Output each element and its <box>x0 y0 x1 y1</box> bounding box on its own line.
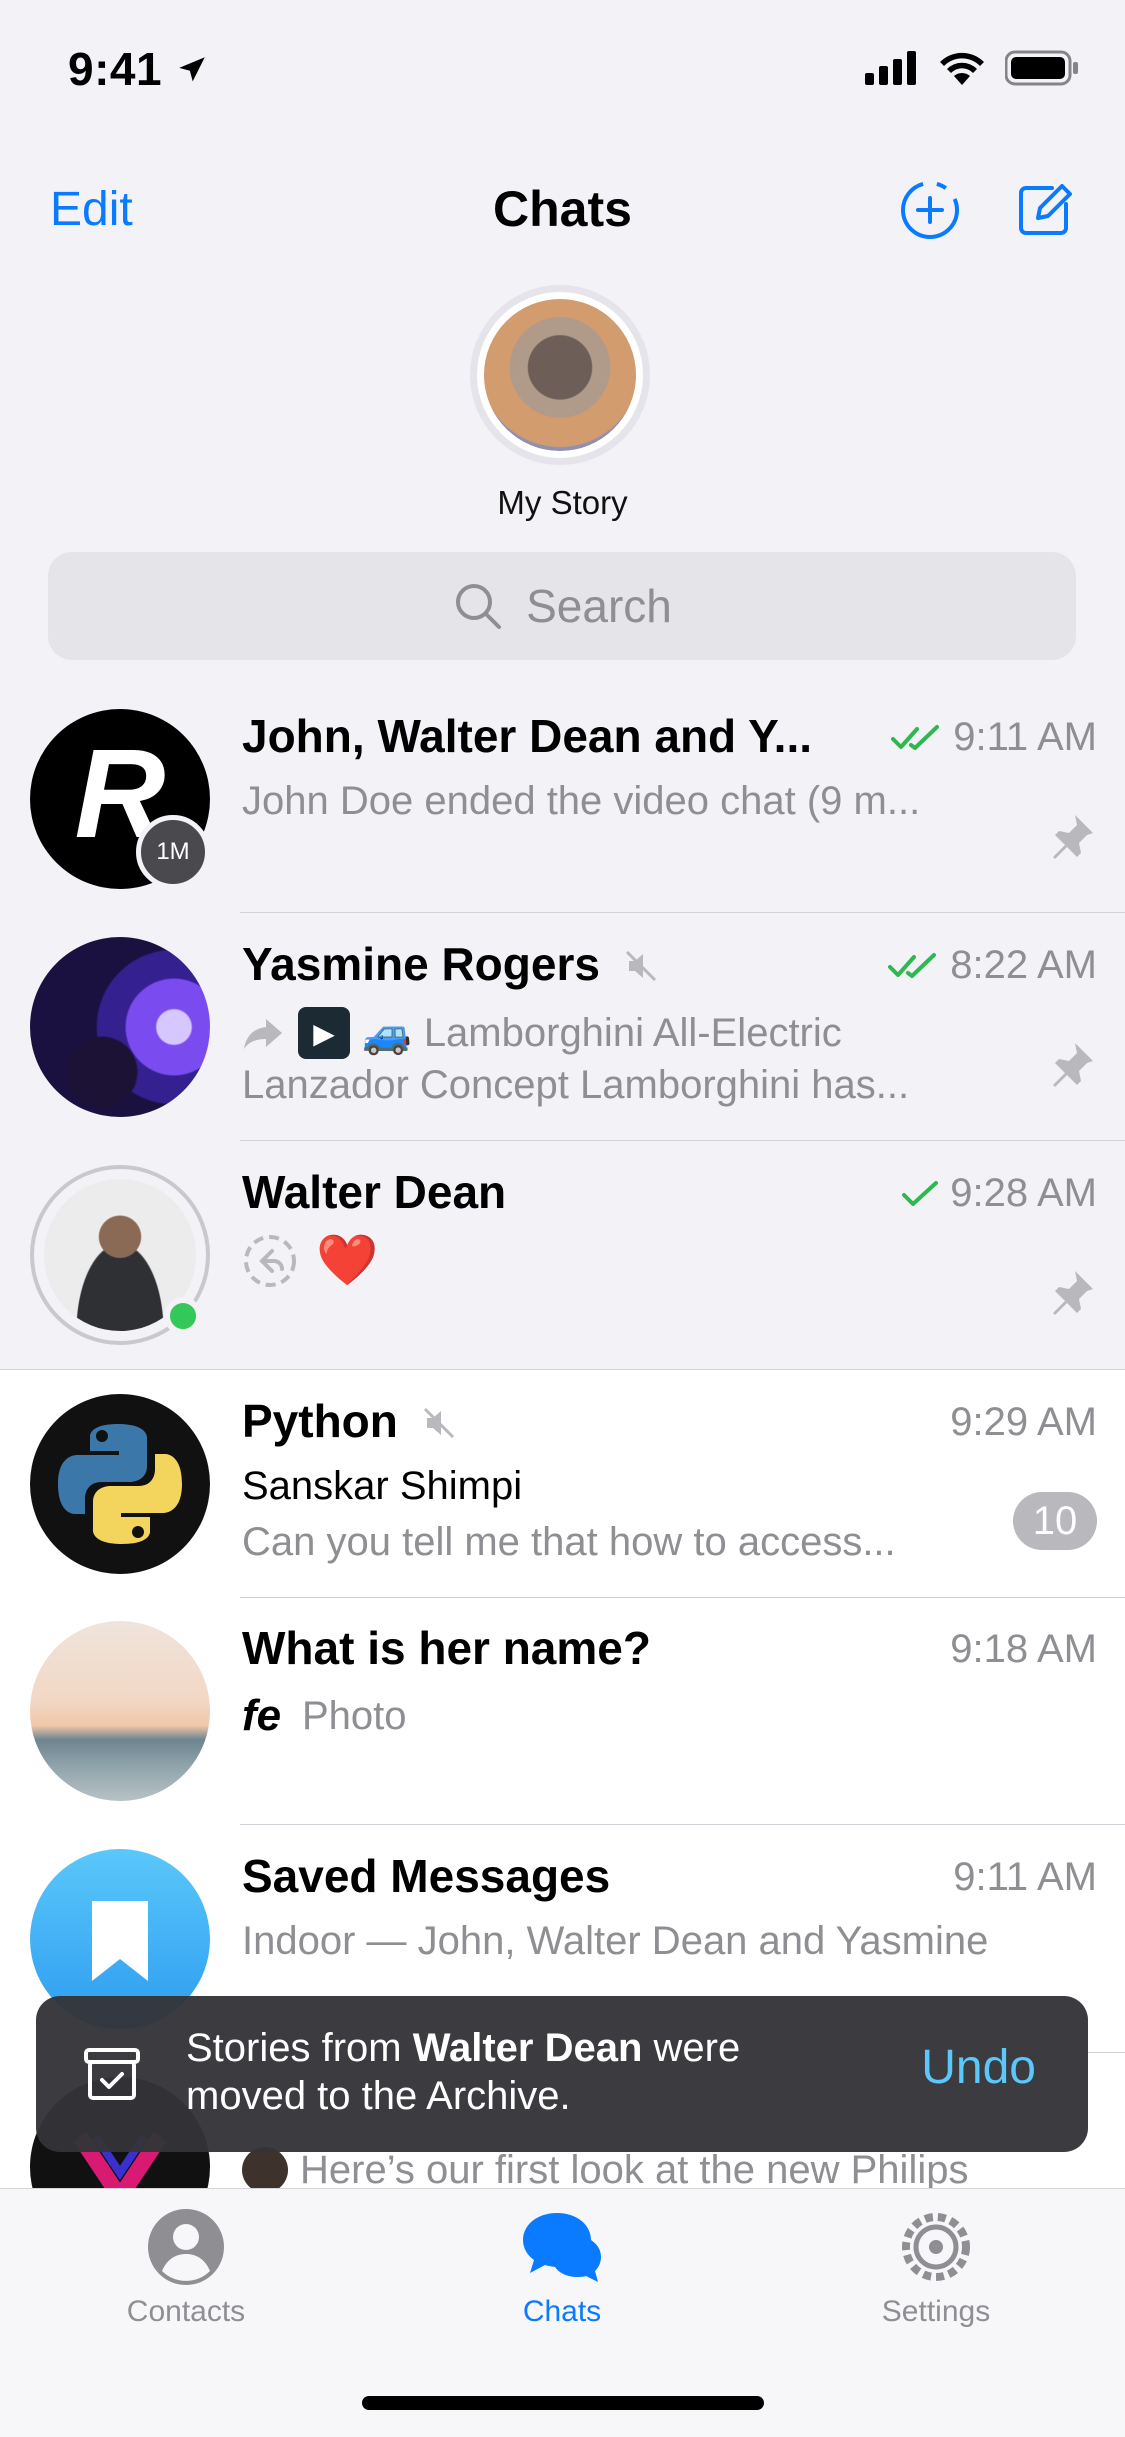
python-logo-icon <box>58 1424 182 1544</box>
chat-preview: fe Photo <box>242 1691 407 1740</box>
video-thumb-icon: ▶ <box>298 1007 350 1059</box>
settings-gear-icon <box>902 2213 970 2281</box>
status-time-text: 9:41 <box>68 43 163 95</box>
cellular-signal-icon <box>865 51 916 85</box>
tab-chats[interactable]: Chats <box>442 2207 682 2329</box>
chat-time: 9:29 AM <box>950 1400 1097 1444</box>
chat-preview: ❤️ <box>242 1231 1042 1290</box>
chat-row-python[interactable]: Python 9:29 AM Sanskar Shimpi Can you te… <box>0 1369 1125 1598</box>
tab-contacts[interactable]: Contacts <box>66 2207 306 2329</box>
search-input[interactable]: Search <box>48 552 1076 660</box>
chat-sender: Sanskar Shimpi <box>242 1464 523 1508</box>
compose-icon[interactable] <box>1012 178 1076 242</box>
avatar-mini <box>242 2147 288 2193</box>
chat-time: 9:18 AM <box>950 1627 1097 1671</box>
chat-preview-line2: Lanzador Concept Lamborghini has... <box>242 1063 910 1107</box>
chat-name: Python <box>242 1394 457 1448</box>
tab-settings[interactable]: Settings <box>816 2207 1056 2329</box>
pin-icon <box>1053 1043 1093 1087</box>
story-reply-icon <box>244 1234 296 1287</box>
chat-time: 9:11 AM <box>953 1855 1097 1899</box>
search-placeholder: Search <box>526 580 672 632</box>
chat-preview: John Doe ended the video chat (9 m... <box>242 779 921 823</box>
wifi-icon <box>940 52 984 85</box>
status-icons <box>865 50 1079 86</box>
chat-name: What is her name? <box>242 1622 651 1674</box>
add-story-icon[interactable] <box>898 178 962 242</box>
chat-preview: Indoor — John, Walter Dean and Yasmine <box>242 1919 989 1963</box>
avatar <box>30 1621 210 1801</box>
undo-button[interactable]: Undo <box>921 2040 1036 2095</box>
my-story-avatar[interactable] <box>470 285 650 465</box>
chat-row-group[interactable]: R 1M John, Walter Dean and Y... 9:11 AM … <box>0 685 1125 913</box>
toast-message: Stories from Walter Dean were moved to t… <box>186 2026 741 2118</box>
battery-icon <box>1005 50 1078 86</box>
chat-name: Yasmine Rogers <box>242 937 659 991</box>
photo-thumb: fe <box>242 1691 282 1740</box>
avatar <box>30 937 210 1117</box>
chat-row-walter-dean[interactable]: Walter Dean 9:28 AM ❤️ <box>0 1141 1125 1369</box>
location-arrow-icon <box>179 57 206 82</box>
avatar <box>30 1394 210 1574</box>
chat-preview: Here’s our first look at the new Philips <box>242 2147 1102 2193</box>
pin-icon <box>1053 815 1093 859</box>
online-indicator <box>164 1297 202 1335</box>
contacts-icon <box>148 2209 224 2285</box>
chat-name: Walter Dean <box>242 1166 507 1218</box>
check-icon <box>902 1180 939 1206</box>
forward-icon <box>244 1019 282 1049</box>
chat-preview: Can you tell me that how to access... <box>242 1520 896 1564</box>
chat-name: Saved Messages <box>242 1850 611 1902</box>
chat-time: 8:22 AM <box>888 943 1097 988</box>
double-check-icon <box>891 724 940 750</box>
chat-name: John, Walter Dean and Y... <box>242 710 813 762</box>
car-emoji-icon: 🚙 <box>362 1011 412 1056</box>
chat-time: 9:11 AM <box>891 715 1097 760</box>
chat-row-yasmine-rogers[interactable]: Yasmine Rogers 8:22 AM ▶ 🚙 Lamborghini A… <box>0 913 1125 1141</box>
archive-toast: Stories from Walter Dean were moved to t… <box>36 1996 1088 2152</box>
double-check-icon <box>888 952 937 978</box>
muted-icon <box>625 950 656 982</box>
chat-preview: ▶ 🚙 Lamborghini All-Electric <box>242 1007 1042 1059</box>
avatar: R 1M <box>30 709 210 889</box>
pin-icon <box>1053 1271 1093 1315</box>
home-indicator <box>362 2396 764 2410</box>
chat-row-what-is-her-name[interactable]: What is her name? 9:18 AM fe Photo <box>0 1597 1125 1825</box>
chat-time: 9:28 AM <box>900 1171 1097 1216</box>
avatar <box>484 299 636 451</box>
autodelete-badge: 1M <box>136 815 210 889</box>
archive-icon <box>84 2048 140 2100</box>
my-story-label: My Story <box>497 484 628 521</box>
status-time: 9:41 <box>68 42 209 96</box>
chats-icon <box>523 2213 601 2282</box>
unread-badge: 10 <box>1013 1492 1097 1550</box>
muted-icon <box>423 1407 454 1439</box>
search-icon <box>456 584 502 629</box>
